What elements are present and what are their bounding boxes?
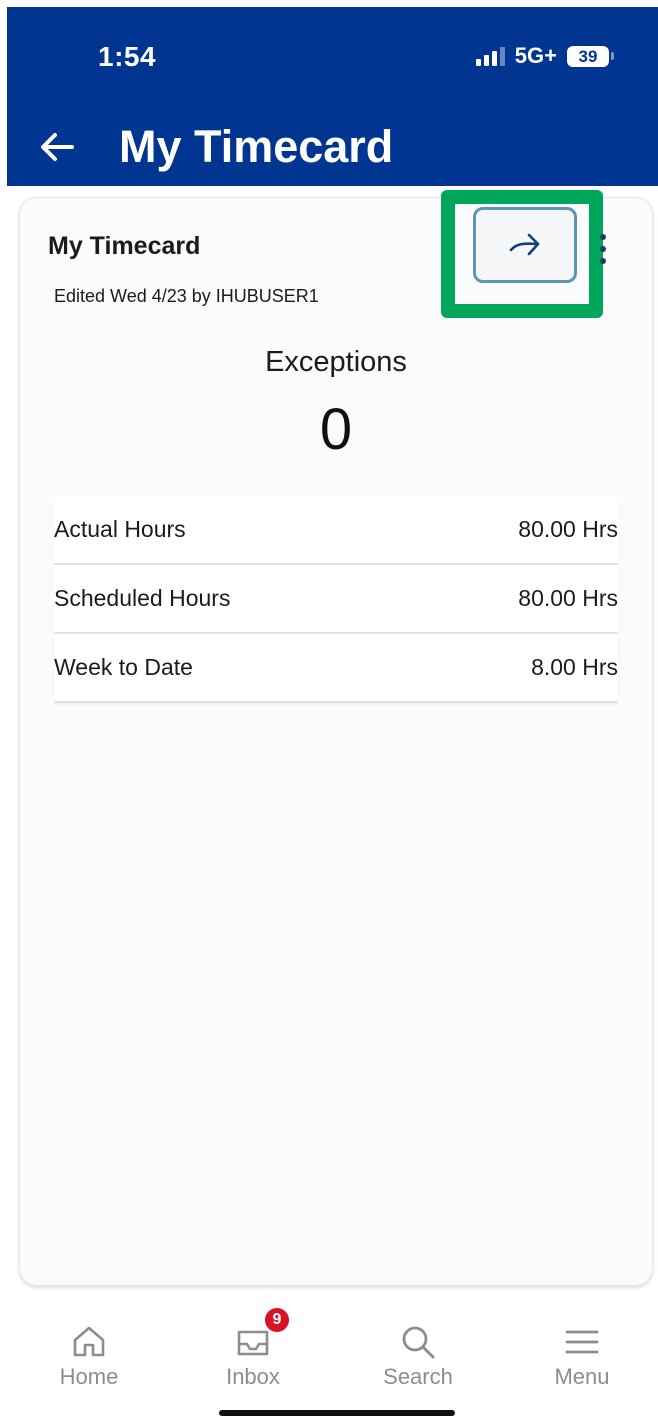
nav-home-label: Home	[59, 1364, 119, 1389]
inbox-icon: 9	[233, 1306, 291, 1362]
search-icon	[398, 1322, 438, 1362]
app-header: 1:54 5G+ 39 My Timecard	[7, 7, 658, 186]
hours-list: Actual Hours 80.00 Hrs Scheduled Hours 8…	[54, 496, 618, 703]
nav-inbox-label: Inbox	[226, 1364, 280, 1389]
back-arrow-icon	[41, 133, 74, 161]
status-indicators: 5G+ 39	[475, 43, 614, 69]
network-label: 5G+	[514, 43, 557, 68]
exceptions-label: Exceptions	[265, 346, 407, 378]
back-button[interactable]	[35, 125, 79, 169]
battery-icon: 39	[567, 45, 614, 67]
home-indicator	[219, 1410, 455, 1416]
bottom-nav: Home 9 Inbox Search Menu	[0, 1300, 658, 1416]
exceptions-count: 0	[319, 397, 353, 462]
nav-search[interactable]: Search	[353, 1322, 483, 1392]
hours-row-week-to-date[interactable]: Week to Date 8.00 Hrs	[54, 634, 618, 703]
nav-home[interactable]: Home	[24, 1322, 154, 1392]
timecard-card: My Timecard Edited Wed 4/23 by IHUBUSER1…	[20, 190, 652, 1285]
more-options-icon[interactable]	[596, 234, 610, 264]
page-title: My Timecard	[119, 121, 394, 172]
inbox-badge: 9	[263, 1306, 291, 1334]
hours-row-actual[interactable]: Actual Hours 80.00 Hrs	[54, 496, 618, 565]
nav-menu[interactable]: Menu	[517, 1322, 647, 1392]
hours-row-value: 80.00 Hrs	[518, 516, 618, 542]
hours-row-value: 80.00 Hrs	[518, 585, 618, 611]
hours-row-label: Scheduled Hours	[54, 585, 231, 611]
signal-icon	[475, 46, 505, 66]
nav-search-label: Search	[383, 1364, 453, 1389]
screen: 1:54 5G+ 39 My Timecard My Timecard Edit…	[0, 0, 658, 1416]
home-icon	[69, 1322, 109, 1362]
status-time: 1:54	[98, 41, 157, 72]
hours-row-label: Week to Date	[54, 654, 193, 680]
nav-inbox[interactable]: 9 Inbox	[188, 1306, 318, 1392]
arrow-right-icon	[509, 233, 540, 256]
hours-row-scheduled[interactable]: Scheduled Hours 80.00 Hrs	[54, 565, 618, 634]
battery-level: 39	[567, 45, 609, 67]
nav-menu-label: Menu	[554, 1364, 610, 1389]
hours-row-label: Actual Hours	[54, 516, 186, 542]
card-title: My Timecard	[48, 232, 201, 260]
hours-row-value: 8.00 Hrs	[531, 654, 618, 680]
menu-icon	[562, 1322, 602, 1362]
open-timecard-button[interactable]	[473, 207, 577, 283]
edited-info: Edited Wed 4/23 by IHUBUSER1	[54, 286, 319, 306]
